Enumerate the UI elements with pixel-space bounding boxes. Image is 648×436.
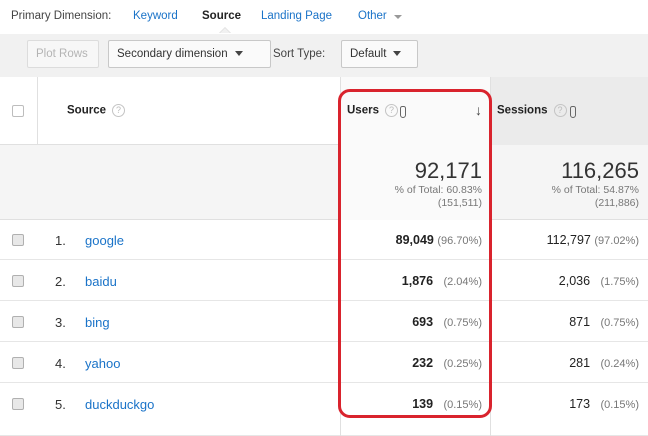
sessions-count: 871 (569, 315, 591, 329)
sessions-value: 281 (0.24%) (569, 356, 639, 370)
users-percent-of-total: % of Total: 60.83% (394, 184, 482, 196)
sessions-grand-total: (211,886) (594, 197, 639, 209)
sessions-header-label: Sessions (497, 104, 548, 117)
dropdown-triangle-icon (234, 51, 243, 57)
table-row: 3. bing 693 (0.75%) 871 (0.75%) (0, 302, 648, 342)
sessions-percent: (97.02%) (594, 235, 639, 247)
table-row: 5. duckduckgo 139 (0.15%) 173 (0.15%) (0, 384, 648, 436)
primary-dimension-label: Primary Dimension: (11, 10, 112, 22)
row-index: 2. (55, 274, 66, 289)
row-checkbox[interactable] (12, 275, 24, 287)
sessions-count: 173 (569, 397, 591, 411)
users-header-label: Users (347, 104, 379, 117)
users-grand-total: (151,511) (437, 197, 482, 209)
users-value: 232 (0.25%) (412, 356, 482, 370)
users-value: 1,876 (2.04%) (402, 274, 482, 288)
users-total: 92,171 (414, 158, 482, 183)
sessions-count: 112,797 (546, 233, 591, 247)
sessions-value: 2,036 (1.75%) (559, 274, 639, 288)
secondary-dimension-label: Secondary dimension (117, 48, 228, 60)
users-count: 693 (412, 315, 434, 329)
source-header-label: Source (67, 104, 106, 117)
primary-dimension-keyword-link[interactable]: Keyword (133, 10, 178, 22)
users-percent: (0.15%) (443, 399, 482, 411)
source-link[interactable]: yahoo (85, 356, 120, 371)
sessions-percent: (0.15%) (600, 399, 639, 411)
source-column-header[interactable]: Source? (67, 104, 125, 117)
sessions-percent: (0.75%) (600, 317, 639, 329)
table-header: Source? Users? ↓ Sessions? (0, 77, 648, 145)
sessions-value: 871 (0.75%) (569, 315, 639, 329)
row-checkbox[interactable] (12, 316, 24, 328)
users-count: 89,049 (395, 233, 434, 247)
sessions-total: 116,265 (561, 158, 639, 183)
source-link[interactable]: bing (85, 315, 110, 330)
users-column-header[interactable]: Users? (347, 104, 398, 117)
primary-dimension-bar: Primary Dimension: Keyword Source Landin… (0, 0, 648, 34)
help-icon[interactable]: ? (384, 104, 398, 117)
users-value: 139 (0.15%) (412, 397, 482, 411)
select-all-checkbox[interactable] (12, 105, 24, 117)
primary-dimension-landing-page-link[interactable]: Landing Page (261, 10, 332, 22)
table-row: 1. google 89,049 (96.70%) 112,797 (97.02… (0, 220, 648, 260)
source-link[interactable]: google (85, 233, 124, 248)
users-count: 232 (412, 356, 434, 370)
row-checkbox[interactable] (12, 398, 24, 410)
secondary-dimension-dropdown[interactable]: Secondary dimension (108, 40, 271, 68)
users-value: 89,049 (96.70%) (396, 233, 482, 247)
column-divider (340, 77, 341, 436)
sort-type-dropdown[interactable]: Default (341, 40, 418, 68)
sessions-percent-of-total: % of Total: 54.87% (551, 184, 639, 196)
table-toolbar: Plot Rows Secondary dimension Sort Type:… (0, 34, 648, 77)
column-divider (490, 77, 491, 436)
thermometer-icon[interactable] (400, 106, 406, 118)
users-value: 693 (0.75%) (412, 315, 482, 329)
summary-row: 92,171 % of Total: 60.83% (151,511) 116,… (0, 145, 648, 220)
thermometer-icon[interactable] (570, 106, 576, 118)
users-percent: (96.70%) (437, 235, 482, 247)
row-checkbox[interactable] (12, 357, 24, 369)
users-count: 1,876 (401, 274, 434, 288)
row-index: 3. (55, 315, 66, 330)
source-link[interactable]: duckduckgo (85, 397, 154, 412)
row-index: 5. (55, 397, 66, 412)
sort-type-label: Sort Type: (273, 48, 326, 60)
row-index: 1. (55, 233, 66, 248)
sessions-column-header[interactable]: Sessions? (497, 104, 567, 117)
primary-dimension-other-link[interactable]: Other (358, 10, 387, 22)
row-index: 4. (55, 356, 66, 371)
dropdown-triangle-icon (393, 51, 402, 57)
sessions-percent: (0.24%) (600, 358, 639, 370)
help-icon[interactable]: ? (112, 104, 125, 117)
source-link[interactable]: baidu (85, 274, 117, 289)
chevron-down-icon[interactable] (394, 15, 402, 19)
users-percent: (0.25%) (443, 358, 482, 370)
sessions-value: 112,797 (97.02%) (547, 233, 639, 247)
sessions-value: 173 (0.15%) (569, 397, 639, 411)
help-icon[interactable]: ? (553, 104, 567, 117)
users-count: 139 (412, 397, 434, 411)
sessions-count: 281 (569, 356, 591, 370)
sessions-percent: (1.75%) (600, 276, 639, 288)
column-divider (37, 77, 38, 145)
sort-type-value: Default (350, 48, 387, 60)
primary-dimension-source-active: Source (202, 10, 241, 22)
users-percent: (0.75%) (443, 317, 482, 329)
table-row: 4. yahoo 232 (0.25%) 281 (0.24%) (0, 343, 648, 383)
table-row: 2. baidu 1,876 (2.04%) 2,036 (1.75%) (0, 261, 648, 301)
plot-rows-button[interactable]: Plot Rows (27, 40, 99, 68)
sort-descending-arrow-icon[interactable]: ↓ (475, 102, 482, 118)
active-indicator-caret-fill (220, 28, 230, 33)
row-checkbox[interactable] (12, 234, 24, 246)
sessions-count: 2,036 (558, 274, 591, 288)
users-percent: (2.04%) (443, 276, 482, 288)
